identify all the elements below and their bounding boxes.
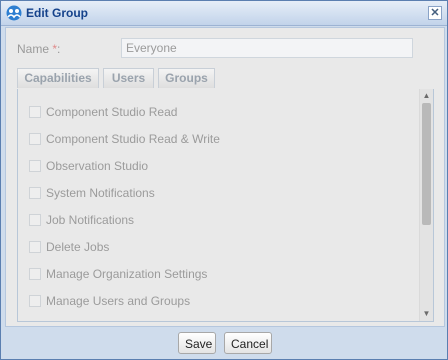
tab-strip: Capabilities Users Groups [17,66,423,90]
capability-label: Component Studio Read [46,105,178,119]
scroll-up-icon[interactable]: ▲ [420,90,433,102]
capability-checkbox[interactable] [29,160,41,172]
vertical-scrollbar[interactable]: ▲ ▼ [419,89,433,321]
save-button[interactable]: Save [178,332,216,354]
capability-label: System Notifications [46,186,155,200]
capabilities-panel: Component Studio Read Component Studio R… [17,89,434,322]
scrollbar-thumb[interactable] [422,103,431,225]
scroll-down-icon[interactable]: ▼ [420,308,433,320]
capability-label: Job Notifications [46,213,135,227]
capability-checkbox[interactable] [29,241,41,253]
capability-label: Manage Organization Settings [46,267,208,281]
cancel-button[interactable]: Cancel [224,332,272,354]
capability-label: Manage Users and Groups [46,294,191,308]
name-input[interactable] [121,38,413,58]
group-app-icon [6,5,22,21]
capability-label: Component Studio Read & Write [46,132,220,146]
label-colon: : [57,42,61,56]
capability-label: Delete Jobs [46,240,110,254]
tab-capabilities[interactable]: Capabilities [17,68,99,88]
dialog-body: Name *: Capabilities Users Groups Compon… [5,27,445,327]
dialog-title: Edit Group [26,6,88,20]
name-label-text: Name [17,42,50,56]
tab-groups[interactable]: Groups [158,68,215,88]
name-label: Name *: [17,42,60,56]
edit-group-dialog: Edit Group ✕ Name *: Capabilities Users … [0,0,448,360]
tab-users[interactable]: Users [103,68,154,88]
capability-checkbox[interactable] [29,214,41,226]
capability-checkbox[interactable] [29,295,41,307]
dialog-titlebar[interactable]: Edit Group ✕ [1,1,447,26]
capability-checkbox[interactable] [29,268,41,280]
capability-checkbox[interactable] [29,106,41,118]
capability-checkbox[interactable] [29,187,41,199]
capability-label: Observation Studio [46,159,149,173]
close-icon[interactable]: ✕ [428,6,442,20]
capability-checkbox[interactable] [29,133,41,145]
